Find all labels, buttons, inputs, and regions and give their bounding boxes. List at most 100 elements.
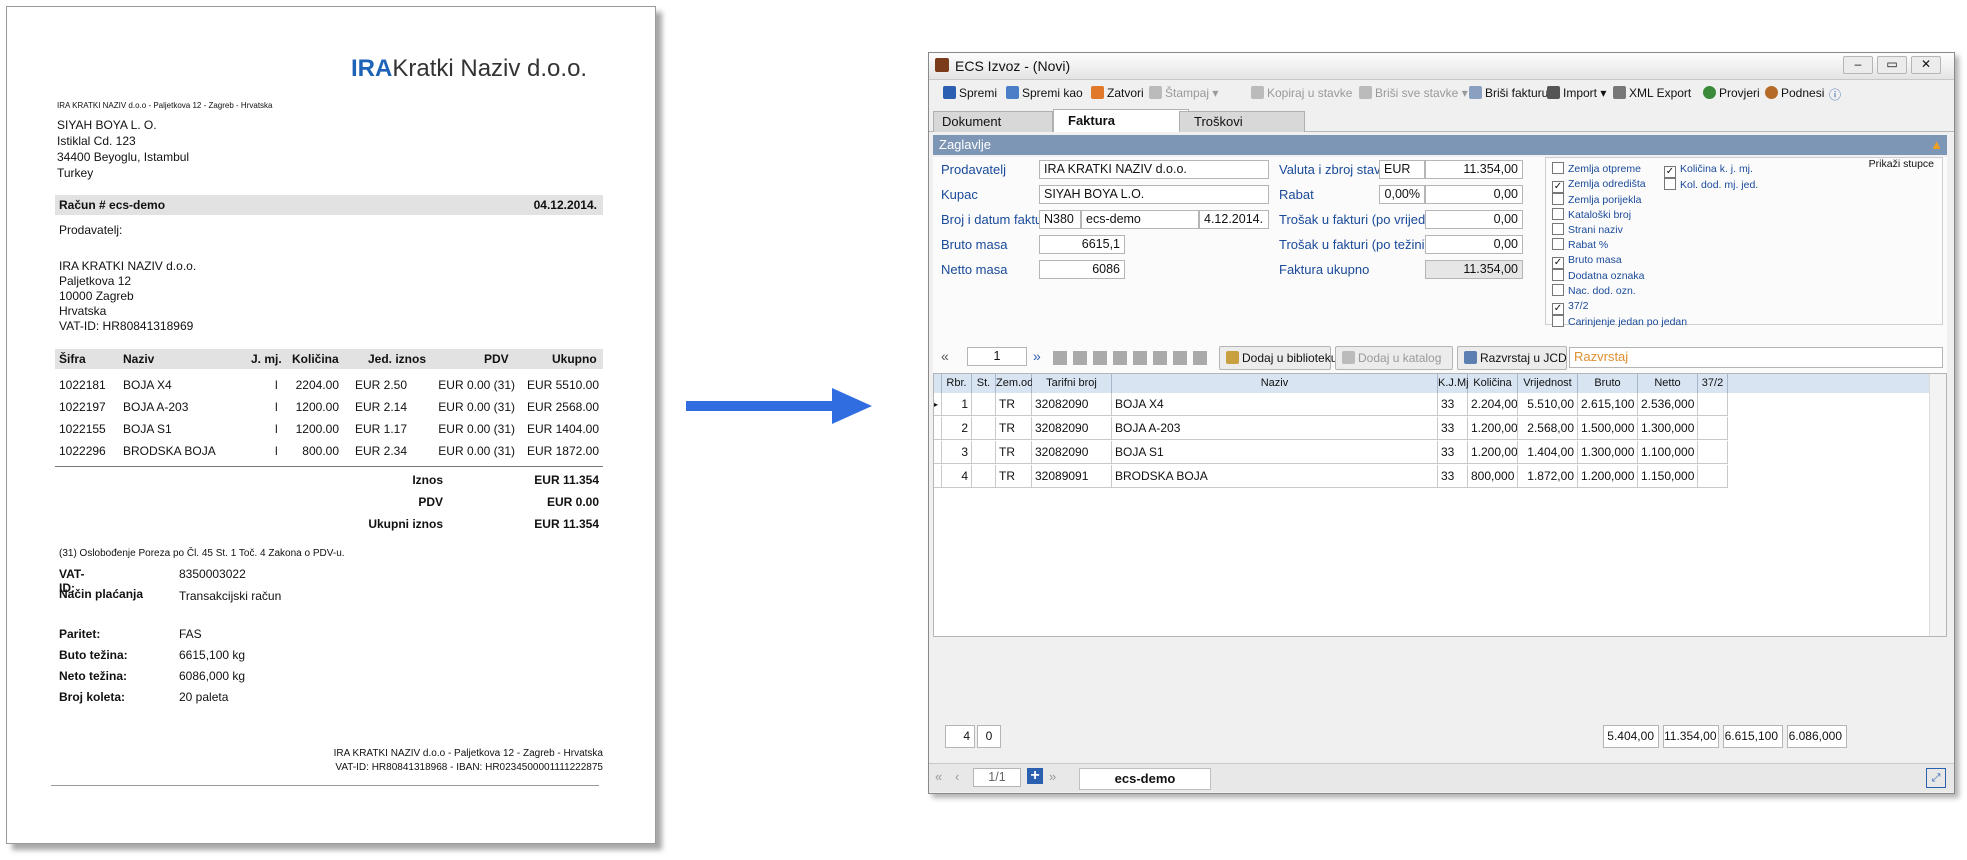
invoice-number-label: Broj i datum fakture (941, 212, 1054, 227)
discount-label: Rabat (1279, 187, 1314, 202)
save-as-button[interactable]: Spremi kao (1006, 86, 1083, 100)
column-header-kolicina[interactable]: Količina (1468, 374, 1518, 393)
seller-field[interactable]: IRA KRATKI NAZIV d.o.o. (1039, 160, 1269, 179)
column-header-37-2[interactable]: 37/2 (1698, 374, 1728, 393)
classify-jcd-button[interactable]: Razvrstaj u JCD (1457, 346, 1567, 370)
invoice-date-field[interactable]: 4.12.2014. (1199, 210, 1269, 229)
table-row: 1022155 BOJA S1 l 1200.00 EUR 1.17 EUR 0… (59, 422, 599, 436)
info-icon[interactable]: ⓘ (1829, 86, 1841, 103)
currency-field[interactable]: EUR (1379, 160, 1425, 179)
show-columns-title: Prikaži stupce (1868, 158, 1934, 170)
delete-all-items-button[interactable]: Briši sve stavke ▾ (1359, 86, 1468, 100)
column-header-naziv[interactable]: Naziv (1112, 374, 1438, 393)
copy-to-items-button[interactable]: Kopiraj u stavke (1251, 86, 1352, 100)
flag-icon[interactable] (1153, 351, 1167, 365)
checkbox-carinjenje[interactable]: Carinjenje jedan po jedan (1552, 315, 1687, 330)
column-header-kjmj[interactable]: K.J.Mj. (1438, 374, 1472, 393)
table-row[interactable]: 3 TR 32082090 BOJA S1 33 1.200,000 1.404… (934, 441, 1946, 465)
column-header-zemodr[interactable]: Zem.odr. (996, 374, 1039, 393)
catalog-icon (1342, 351, 1355, 364)
column-header-st[interactable]: St. (972, 374, 996, 393)
column-header-netto[interactable]: Netto (1638, 374, 1698, 393)
checkbox-strani-naziv[interactable]: Strani naziv (1552, 223, 1687, 238)
minimize-button[interactable]: – (1843, 56, 1873, 74)
paste-row-icon[interactable] (1093, 351, 1107, 365)
checkbox-37-2[interactable]: ✓ 37/2 (1552, 299, 1687, 315)
table-row[interactable]: ▸ 1 TR 32082090 BOJA X4 33 2.204,000 5.5… (934, 393, 1946, 417)
checkbox-bruto-masa[interactable]: ✓ Bruto masa (1552, 253, 1687, 269)
warning-icon[interactable]: ▲ (1930, 137, 1943, 152)
checkbox-nac-dod-ozn[interactable]: Nac. dod. ozn. (1552, 284, 1687, 299)
cost-weight-field[interactable]: 0,00 (1425, 235, 1523, 254)
tab-faktura[interactable]: Faktura (1053, 109, 1189, 132)
checkbox-dodatna-oznaka[interactable]: Dodatna oznaka (1552, 269, 1687, 284)
currency-label: Valuta i zbroj stavki (1279, 162, 1391, 177)
record-position[interactable]: 1/1 (973, 768, 1021, 787)
window-title: ECS Izvoz - (Novi) (955, 58, 1071, 74)
print-button[interactable]: Štampaj ▾ (1149, 86, 1218, 100)
buyer-label: Kupac (941, 187, 978, 202)
save-as-icon (1006, 86, 1019, 99)
save-button[interactable]: Spremi (943, 86, 997, 100)
submit-button[interactable]: Podnesi (1765, 86, 1824, 100)
section-header: Zaglavlje ▲ (933, 135, 1947, 155)
insert-row-icon[interactable] (1053, 351, 1067, 365)
refresh-icon[interactable] (1193, 351, 1207, 365)
checkbox-kolicina-kjmj[interactable]: ✓ Količina k. j. mj. (1664, 162, 1758, 178)
net-mass-field[interactable]: 6086 (1039, 260, 1125, 279)
column-header-bruto[interactable]: Bruto (1578, 374, 1638, 393)
column-header-tarifni-broj[interactable]: Tarifni broj (1032, 374, 1112, 393)
copy-row-icon[interactable] (1073, 351, 1087, 365)
grid-icon[interactable] (1113, 351, 1127, 365)
close-window-button[interactable]: ✕ (1911, 56, 1941, 74)
add-to-library-button[interactable]: Dodaj u biblioteku (1219, 346, 1337, 370)
xml-export-button[interactable]: XML Export (1613, 86, 1691, 100)
sort-icon[interactable] (1173, 351, 1187, 365)
items-sum-field: 11.354,00 (1425, 160, 1523, 179)
classify-status-field[interactable]: Razvrstaj (1569, 347, 1943, 368)
table-icon[interactable] (1133, 351, 1147, 365)
tab-troskovi[interactable]: Troškovi (1179, 111, 1305, 132)
invoice-footer: IRA KRATKI NAZIV d.o.o - Paljetkova 12 -… (333, 748, 603, 773)
add-to-catalog-button[interactable]: Dodaj u katalog (1335, 346, 1453, 370)
import-button[interactable]: Import ▾ (1547, 86, 1606, 100)
discount-value-field[interactable]: 0,00 (1425, 185, 1523, 204)
column-header-vrijednost[interactable]: Vrijednost (1518, 374, 1578, 393)
delete-invoice-button[interactable]: Briši fakturu (1469, 86, 1548, 100)
tab-dokument[interactable]: Dokument (933, 111, 1053, 132)
app-icon (935, 58, 949, 72)
next-page-icon[interactable]: » (1033, 348, 1041, 364)
table-row[interactable]: 4 TR 32089091 BRODSKA BOJA 33 800,000 1.… (934, 465, 1946, 489)
checkbox-kataloski-broj[interactable]: Kataloški broj (1552, 208, 1687, 223)
row-count: 4 (945, 725, 975, 748)
checkbox-zemlja-porijekla[interactable]: Zemlja porijekla (1552, 193, 1687, 208)
table-row[interactable]: 2 TR 32082090 BOJA A-203 33 1.200,000 2.… (934, 417, 1946, 441)
expand-icon[interactable]: ⤢ (1926, 768, 1946, 788)
invoice-type-field[interactable]: N380 (1039, 210, 1081, 229)
close-button[interactable]: Zatvori (1091, 86, 1144, 100)
invoice-number-field[interactable]: ecs-demo (1081, 210, 1199, 229)
column-header-rbr[interactable]: Rbr. (942, 374, 972, 393)
checkbox-rabat[interactable]: Rabat % (1552, 238, 1687, 253)
xml-icon (1613, 86, 1626, 99)
check-button[interactable]: Provjeri (1703, 86, 1760, 100)
first-page-icon[interactable]: « (941, 348, 949, 364)
record-tab-ecs-demo[interactable]: ecs-demo (1079, 768, 1211, 790)
maximize-button[interactable]: ▭ (1877, 56, 1907, 74)
page-number-field[interactable]: 1 (967, 347, 1027, 366)
gross-mass-field[interactable]: 6615,1 (1039, 235, 1125, 254)
sum-net: 6.086,000 (1787, 725, 1847, 748)
check-icon (1703, 86, 1716, 99)
discount-percent-field[interactable]: 0,00% (1379, 185, 1425, 204)
cost-value-field[interactable]: 0,00 (1425, 210, 1523, 229)
grid-scrollbar[interactable] (1929, 374, 1946, 636)
copy-icon (1251, 86, 1264, 99)
last-record-icon[interactable]: » (1049, 769, 1056, 784)
invoice-sender-line: IRA KRATKI NAZIV d.o.o - Paljetkova 12 -… (57, 101, 273, 110)
previous-record-icon[interactable]: ‹ (955, 769, 959, 784)
first-record-icon[interactable]: « (935, 769, 942, 784)
checkbox-kol-dod-mj-jed[interactable]: Kol. dod. mj. jed. (1664, 178, 1758, 193)
buyer-field[interactable]: SIYAH BOYA L.O. (1039, 185, 1269, 204)
add-record-icon[interactable]: + (1027, 768, 1043, 784)
printer-icon (1149, 86, 1162, 99)
